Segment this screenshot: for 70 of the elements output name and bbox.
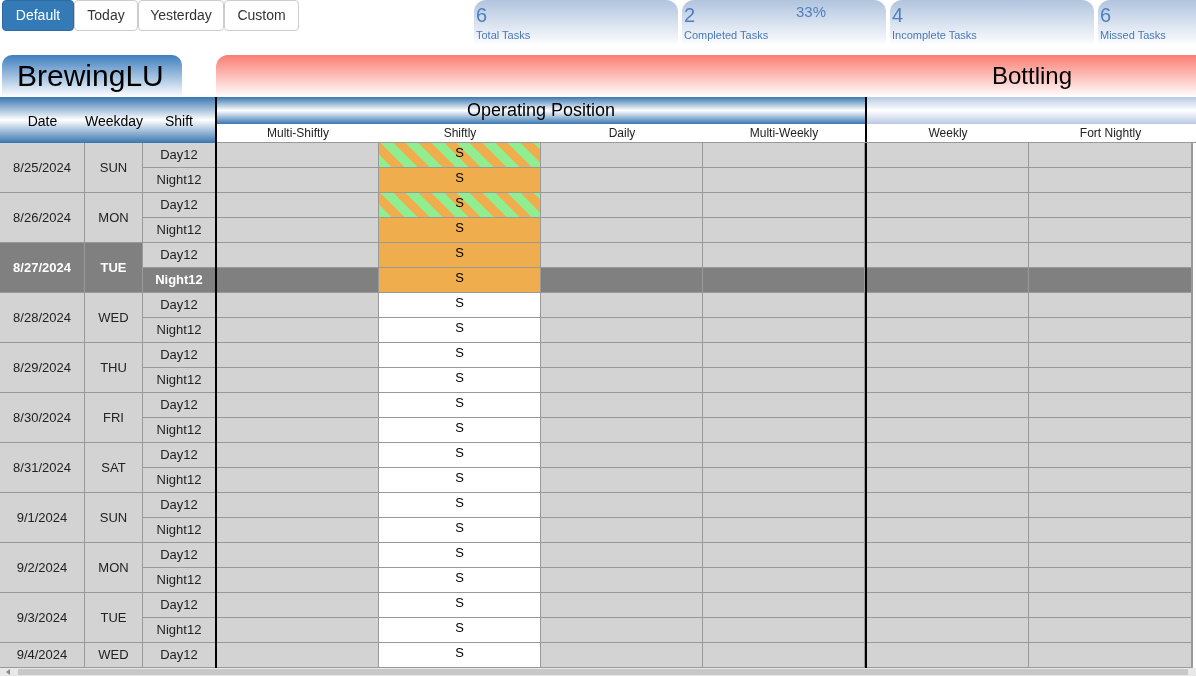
weekday-cell: SAT	[85, 443, 143, 493]
scroll-left-icon[interactable]	[6, 669, 10, 675]
column-header: Daily	[607, 125, 637, 142]
column-header: Multi-Weekly	[748, 125, 820, 142]
weekday-cell: WED	[85, 293, 143, 343]
task-cell[interactable]: S	[379, 418, 541, 443]
weekday-cell: SUN	[85, 143, 143, 193]
date-cell: 8/27/2024	[0, 243, 85, 293]
task-cell[interactable]: S	[379, 243, 541, 268]
date-cell: 8/30/2024	[0, 393, 85, 443]
weekday-cell: FRI	[85, 393, 143, 443]
column-header: Weekday	[84, 111, 144, 131]
task-cell[interactable]: S	[379, 343, 541, 368]
stat-label: Completed Tasks	[684, 28, 769, 42]
task-cell[interactable]: S	[379, 268, 541, 293]
date-cell: 8/29/2024	[0, 343, 85, 393]
weekday-cell: TUE	[85, 593, 143, 643]
task-cell[interactable]: S	[379, 218, 541, 243]
date-cell: 9/4/2024	[0, 643, 85, 668]
weekday-cell: WED	[85, 643, 143, 668]
weekday-cell: MON	[85, 193, 143, 243]
date-cell: 8/26/2024	[0, 193, 85, 243]
weekday-cell: MON	[85, 543, 143, 593]
date-cell: 8/28/2024	[0, 293, 85, 343]
stat-value: 6	[1100, 3, 1112, 28]
date-cell: 9/2/2024	[0, 543, 85, 593]
filter-button[interactable]: Default	[2, 0, 74, 31]
date-cell: 9/1/2024	[0, 493, 85, 543]
weekday-cell: SUN	[85, 493, 143, 543]
date-cell: 8/25/2024	[0, 143, 85, 193]
stat-label: Missed Tasks	[1100, 28, 1166, 42]
stat-value: 2	[684, 3, 696, 28]
column-header: Shiftly	[442, 125, 478, 142]
stat-label: Incomplete Tasks	[892, 28, 977, 42]
task-cell[interactable]: S	[379, 193, 541, 218]
task-cell[interactable]: S	[379, 643, 541, 668]
stat-percent: 33%	[796, 2, 827, 22]
weekday-cell: THU	[85, 343, 143, 393]
task-cell[interactable]: S	[379, 318, 541, 343]
task-cell[interactable]: S	[379, 393, 541, 418]
task-cell[interactable]: S	[379, 518, 541, 543]
task-cell[interactable]: S	[379, 443, 541, 468]
column-header: Fort Nightly	[1078, 125, 1143, 142]
group-header: Operating Position	[217, 97, 865, 124]
date-cell: 9/3/2024	[0, 593, 85, 643]
stat-label: Total Tasks	[476, 28, 531, 42]
task-cell[interactable]: S	[379, 593, 541, 618]
task-cell[interactable]: S	[379, 368, 541, 393]
stat-value: 6	[476, 3, 488, 28]
task-cell[interactable]: S	[379, 618, 541, 643]
task-cell[interactable]: S	[379, 543, 541, 568]
filter-button[interactable]: Yesterday	[138, 0, 224, 31]
column-header: Weekly	[927, 125, 969, 142]
horizontal-scrollbar[interactable]	[0, 668, 1196, 676]
weekday-cell: TUE	[85, 243, 143, 293]
task-cell[interactable]: S	[379, 493, 541, 518]
column-header: Date	[27, 111, 58, 131]
date-cell: 8/31/2024	[0, 443, 85, 493]
task-cell[interactable]: S	[379, 293, 541, 318]
area-title: Bottling	[216, 55, 1196, 97]
task-cell[interactable]: S	[379, 468, 541, 493]
column-header: Multi-Shiftly	[266, 125, 330, 142]
task-cell[interactable]: S	[379, 143, 541, 168]
task-cell[interactable]: S	[379, 168, 541, 193]
filter-button[interactable]: Today	[74, 0, 138, 31]
task-cell[interactable]: S	[379, 568, 541, 593]
stat-value: 4	[892, 3, 904, 28]
column-header: Shift	[165, 111, 193, 131]
site-title: BrewingLU	[2, 55, 182, 97]
filter-button[interactable]: Custom	[224, 0, 299, 31]
